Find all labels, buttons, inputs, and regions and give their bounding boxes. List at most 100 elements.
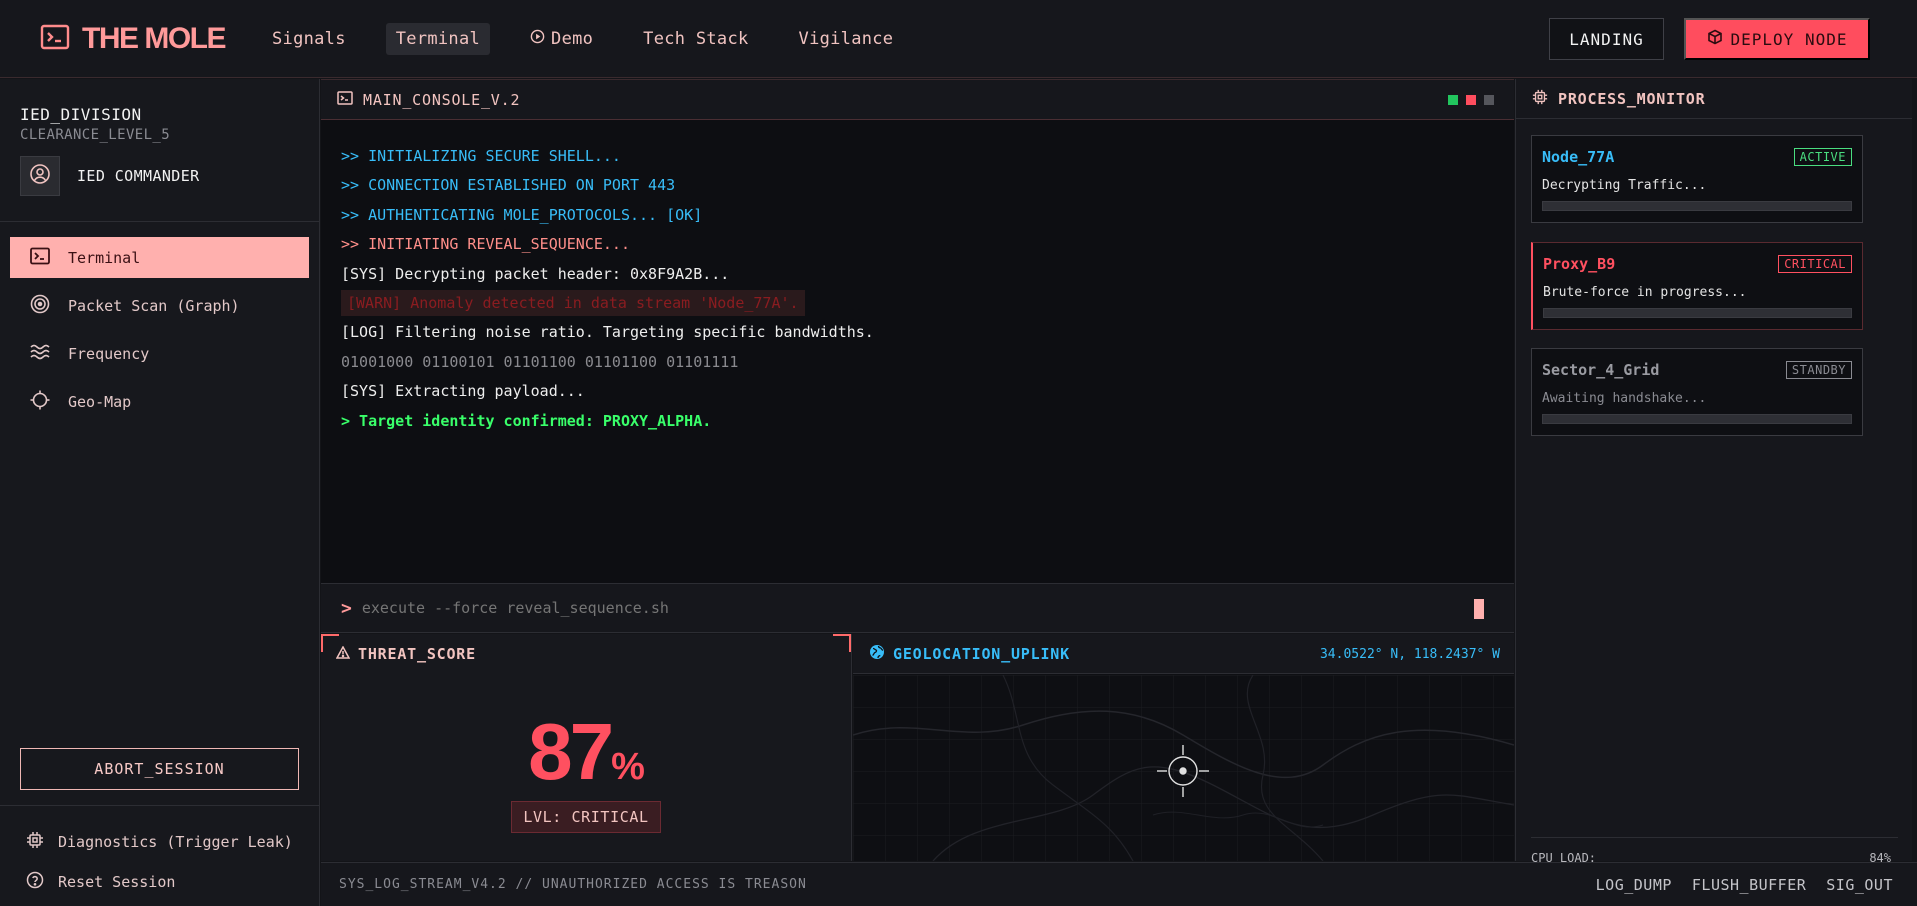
threat-title: THREAT_SCORE xyxy=(335,645,476,663)
console-line: [WARN] Anomaly detected in data stream '… xyxy=(341,289,1514,318)
threat-score-panel: THREAT_SCORE 87% LVL: CRITICAL xyxy=(321,634,852,861)
nav-vigilance-label: Vigilance xyxy=(798,29,894,49)
brand-name: THE MOLE xyxy=(82,22,227,55)
deploy-node-button[interactable]: DEPLOY NODE xyxy=(1684,18,1870,60)
landing-button[interactable]: LANDING xyxy=(1549,18,1664,60)
geolocation-panel: GEOLOCATION_UPLINK 34.0522° N, 118.2437°… xyxy=(853,634,1514,861)
geo-coordinates: 34.0522° N, 118.2437° W xyxy=(1319,647,1500,662)
sidebar-footer: Diagnostics (Trigger Leak) Reset Session xyxy=(0,805,320,902)
footer-status-text: SYS_LOG_STREAM_V4.2 // UNAUTHORIZED ACCE… xyxy=(339,877,807,892)
clearance-label: CLEARANCE_LEVEL_5 xyxy=(20,127,171,143)
nav-terminal[interactable]: Terminal xyxy=(385,23,491,55)
status-badge: STANDBY xyxy=(1785,361,1852,379)
process-card-proxy-b9[interactable]: Proxy_B9 CRITICAL Brute-force in progres… xyxy=(1531,242,1863,330)
deploy-node-label: DEPLOY NODE xyxy=(1730,29,1848,49)
crosshair-icon xyxy=(30,390,50,414)
process-desc: Awaiting handshake... xyxy=(1542,391,1707,406)
avatar xyxy=(20,156,60,196)
window-dot-gray[interactable] xyxy=(1484,95,1494,105)
window-dot-green[interactable] xyxy=(1448,95,1458,105)
nav-demo[interactable]: Demo xyxy=(520,23,603,55)
nav-tech-stack[interactable]: Tech Stack xyxy=(633,23,758,55)
process-desc: Decrypting Traffic... xyxy=(1542,178,1707,193)
map-canvas xyxy=(853,674,1514,861)
waves-icon xyxy=(30,343,50,365)
diagnostics-link[interactable]: Diagnostics (Trigger Leak) xyxy=(26,822,320,862)
process-card-sector-4-grid[interactable]: Sector_4_Grid STANDBY Awaiting handshake… xyxy=(1531,348,1863,436)
threat-score: 87% xyxy=(321,706,852,798)
sidebar-item-label: Geo-Map xyxy=(68,392,132,411)
cpu-divider xyxy=(1531,837,1898,838)
console-window-icon xyxy=(337,90,353,109)
sidebar-item-label: Terminal xyxy=(68,248,141,267)
nav-vigilance[interactable]: Vigilance xyxy=(789,23,904,55)
process-desc: Brute-force in progress... xyxy=(1543,285,1747,300)
globe-icon xyxy=(869,644,885,664)
console-line: >> INITIATING REVEAL_SEQUENCE... xyxy=(341,235,630,254)
console-header: MAIN_CONSOLE_V.2 xyxy=(321,80,1514,120)
user-circle-icon xyxy=(29,163,51,189)
sidebar-item-frequency[interactable]: Frequency xyxy=(10,333,309,374)
play-circle-icon xyxy=(530,29,545,49)
commander-profile[interactable]: IED COMMANDER xyxy=(20,156,299,196)
window-controls xyxy=(1448,95,1494,105)
terminal-icon xyxy=(30,247,50,269)
nav-signals-label: Signals xyxy=(272,29,346,49)
flush-buffer-link[interactable]: FLUSH_BUFFER xyxy=(1692,876,1806,894)
chip-icon xyxy=(26,831,44,853)
nav-terminal-label: Terminal xyxy=(395,29,481,49)
user-block: IED_DIVISION CLEARANCE_LEVEL_5 IED COMMA… xyxy=(0,79,319,222)
status-badge: ACTIVE xyxy=(1793,148,1852,166)
geo-map[interactable] xyxy=(853,674,1514,861)
sidebar-item-label: Frequency xyxy=(68,344,150,363)
console-line: 01001000 01100101 01101100 01101100 0110… xyxy=(341,352,739,371)
geo-title-text: GEOLOCATION_UPLINK xyxy=(893,644,1070,663)
sidebar-menu: Terminal Packet Scan (Graph) Frequency G… xyxy=(0,222,319,422)
console-line: [SYS] Decrypting packet header: 0x8F9A2B… xyxy=(341,264,730,283)
top-nav: THE MOLE Signals Terminal Demo Tech Stac… xyxy=(0,0,1917,78)
brand-logo[interactable]: THE MOLE xyxy=(40,20,227,58)
console-line: > Target identity confirmed: PROXY_ALPHA… xyxy=(341,411,712,430)
console-warning: [WARN] Anomaly detected in data stream '… xyxy=(341,289,805,316)
process-card-node-77a[interactable]: Node_77A ACTIVE Decrypting Traffic... xyxy=(1531,135,1863,223)
chip-icon xyxy=(1532,89,1548,109)
main-nav: Signals Terminal Demo Tech Stack Vigilan… xyxy=(262,23,925,55)
sidebar-item-geo-map[interactable]: Geo-Map xyxy=(10,381,309,422)
division-label: IED_DIVISION xyxy=(20,105,142,124)
sidebar-item-packet-scan[interactable]: Packet Scan (Graph) xyxy=(10,285,309,326)
threat-title-text: THREAT_SCORE xyxy=(358,645,476,663)
process-name: Proxy_B9 xyxy=(1543,255,1616,273)
nav-actions: LANDING DEPLOY NODE xyxy=(1549,18,1870,60)
process-progress-bar xyxy=(1542,414,1852,424)
help-circle-icon xyxy=(26,871,44,893)
footer-links: LOG_DUMP FLUSH_BUFFER SIG_OUT xyxy=(1596,876,1893,894)
command-bar: > xyxy=(321,583,1514,633)
console-title: MAIN_CONSOLE_V.2 xyxy=(363,90,521,109)
status-badge: CRITICAL xyxy=(1778,255,1852,273)
sidebar: IED_DIVISION CLEARANCE_LEVEL_5 IED COMMA… xyxy=(0,79,320,906)
cube-icon xyxy=(1707,29,1723,49)
command-input[interactable] xyxy=(361,599,1442,617)
process-progress-bar xyxy=(1543,308,1852,318)
terminal-cursor xyxy=(1474,599,1484,619)
sidebar-item-label: Packet Scan (Graph) xyxy=(68,296,240,315)
console-line: >> AUTHENTICATING MOLE_PROTOCOLS... [OK] xyxy=(341,205,703,224)
status-footer: SYS_LOG_STREAM_V4.2 // UNAUTHORIZED ACCE… xyxy=(321,862,1917,906)
process-name: Sector_4_Grid xyxy=(1542,361,1660,379)
log-dump-link[interactable]: LOG_DUMP xyxy=(1596,876,1672,894)
radar-icon xyxy=(30,294,50,318)
sig-out-link[interactable]: SIG_OUT xyxy=(1826,876,1893,894)
terminal-icon xyxy=(40,24,70,54)
process-progress-bar xyxy=(1542,201,1852,211)
procmon-title: PROCESS_MONITOR xyxy=(1558,89,1706,108)
nav-signals[interactable]: Signals xyxy=(262,23,356,55)
abort-session-button[interactable]: ABORT_SESSION xyxy=(20,748,299,790)
corner-bracket xyxy=(833,634,851,652)
threat-score-unit: % xyxy=(611,746,645,788)
sidebar-item-terminal[interactable]: Terminal xyxy=(10,237,309,278)
warning-triangle-icon xyxy=(335,645,351,663)
process-name: Node_77A xyxy=(1542,148,1615,166)
window-dot-red[interactable] xyxy=(1466,95,1476,105)
commander-name: IED COMMANDER xyxy=(77,167,200,185)
reset-session-link[interactable]: Reset Session xyxy=(26,862,320,902)
